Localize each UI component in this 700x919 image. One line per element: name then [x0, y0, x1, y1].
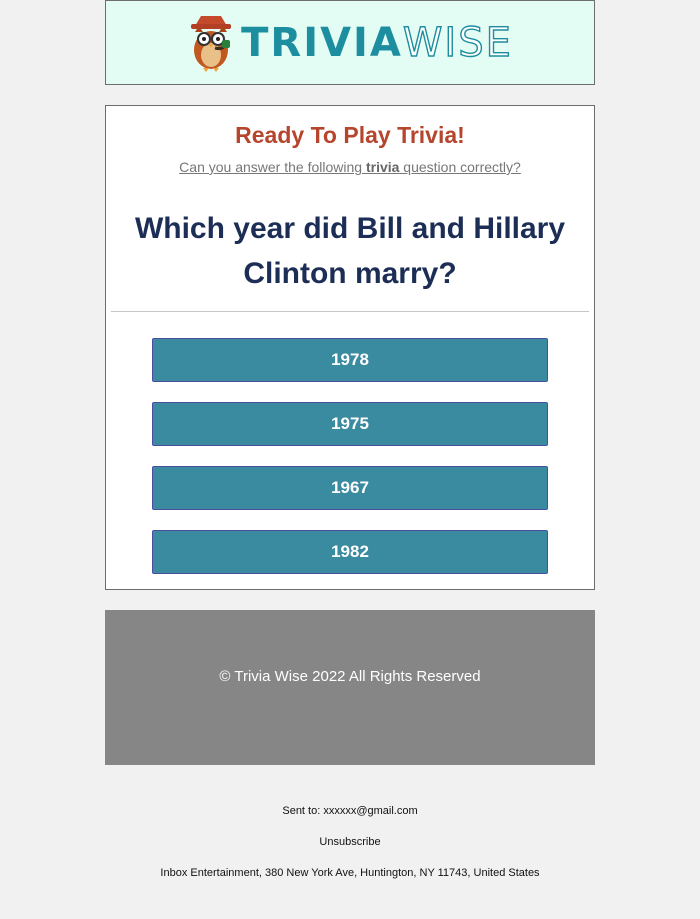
trivia-question: Which year did Bill and Hillary Clinton …	[134, 212, 566, 290]
subline-bold: trivia	[365, 159, 400, 175]
answer-button-1[interactable]: 1978	[152, 338, 548, 382]
sent-to-email: xxxxxx@gmail.com	[323, 805, 418, 817]
trivia-card: Ready To Play Trivia! Can you answer the…	[105, 105, 595, 590]
owl-mascot-icon	[191, 15, 232, 72]
divider	[111, 311, 589, 312]
logo-text-trivia: TRIVIA	[241, 19, 403, 66]
card-subline[interactable]: Can you answer the following trivia ques…	[106, 159, 594, 175]
footer-band: © Trivia Wise 2022 All Rights Reserved	[105, 610, 595, 765]
company-address: Inbox Entertainment, 380 New York Ave, H…	[160, 867, 540, 879]
logo-wordmark: TRIVIA WISE	[241, 19, 513, 66]
trivia-wise-logo[interactable]: TRIVIA WISE	[187, 12, 513, 74]
sent-to-label: Sent to:	[282, 805, 324, 817]
unsubscribe-link[interactable]: Unsubscribe	[319, 836, 380, 848]
card-heading: Ready To Play Trivia!	[235, 122, 465, 148]
answer-button-2[interactable]: 1975	[152, 402, 548, 446]
email-page: TRIVIA WISE Ready To Play Trivia! Can yo…	[0, 0, 700, 919]
answer-button-3[interactable]: 1967	[152, 466, 548, 510]
answer-button-4[interactable]: 1982	[152, 530, 548, 574]
subline-text-after: question correctly?	[399, 159, 521, 175]
unsubscribe-line: Unsubscribe	[0, 836, 700, 848]
subline-text-before: Can you answer the following	[179, 159, 366, 175]
copyright-text: © Trivia Wise 2022 All Rights Reserved	[219, 668, 481, 685]
logo-text-wise: WISE	[402, 19, 513, 66]
sent-to-line: Sent to: xxxxxx@gmail.com	[0, 805, 700, 817]
header-banner: TRIVIA WISE	[105, 0, 595, 85]
